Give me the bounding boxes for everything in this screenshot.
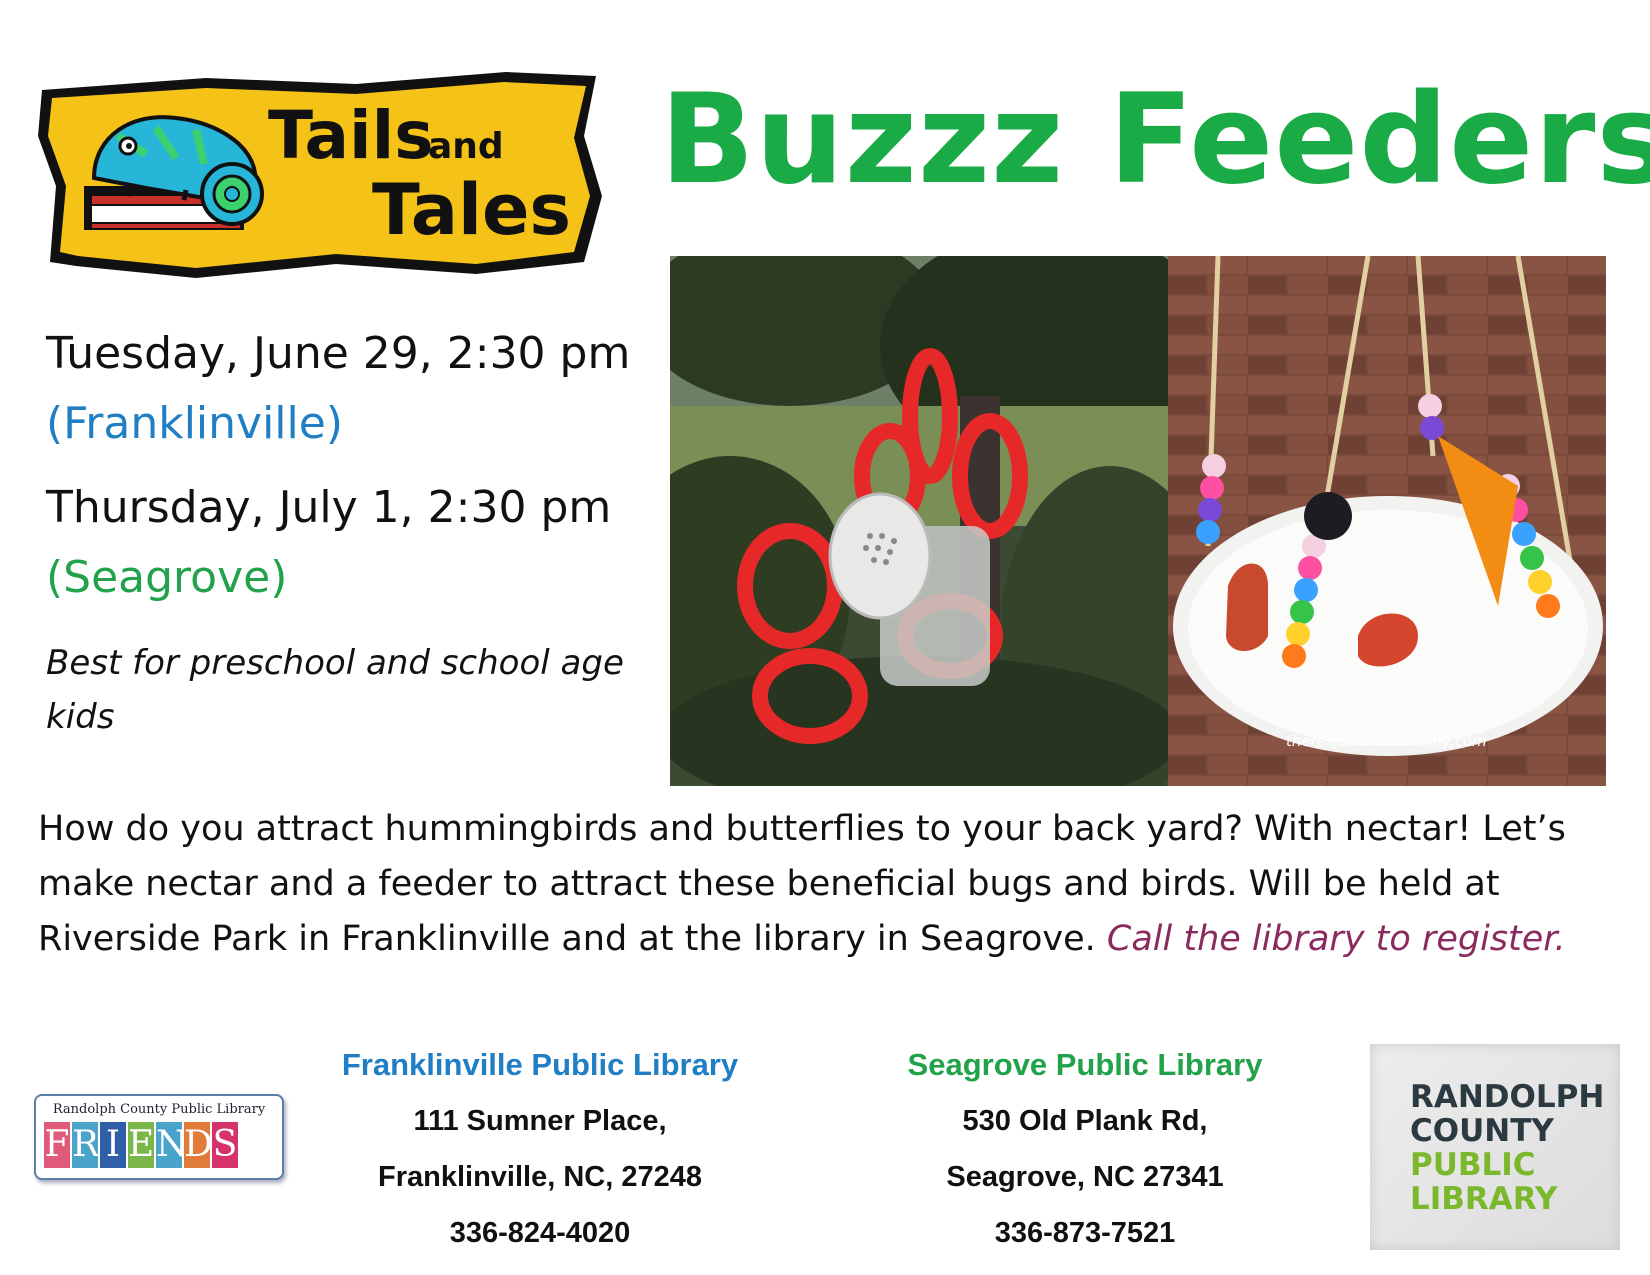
event-description: How do you attract hummingbirds and butt…: [38, 802, 1618, 967]
photo-credit: theresjustonemommy.com: [1286, 732, 1487, 750]
friends-letter: F: [44, 1122, 70, 1168]
rcpl-line-library: LIBRARY: [1410, 1181, 1558, 1217]
friends-letter: D: [184, 1122, 213, 1168]
logo-word-tales: Tales: [372, 169, 571, 251]
tails-and-tales-logo: Tails and Tales: [36, 66, 626, 278]
library-name: Seagrove Public Library: [907, 1047, 1263, 1082]
library-phone: 336-824-4020: [449, 1217, 631, 1249]
library-phone: 336-873-7521: [994, 1217, 1176, 1249]
rcpl-logo-text: RANDOLPH COUNTY PUBLIC LIBRARY: [1410, 1080, 1604, 1216]
library-address-line2: Seagrove, NC 27341: [946, 1161, 1224, 1193]
logo-graphic: Tails and Tales: [38, 72, 602, 278]
friends-letter: E: [128, 1122, 154, 1168]
friends-logo-letters: F R I E N D S: [44, 1122, 238, 1168]
friends-letter: R: [72, 1122, 99, 1168]
page-title: Buzzz Feeders: [660, 68, 1650, 212]
session-location-franklinville: (Franklinville): [46, 398, 343, 449]
session-date-franklinville: Tuesday, June 29, 2:30 pm: [46, 328, 631, 379]
fruit-feeder-photo: theresjustonemommy.com: [1168, 256, 1606, 786]
session-location-seagrove: (Seagrove): [46, 552, 288, 603]
strawberry-icon: [1226, 563, 1268, 651]
hummingbird-feeder-photo: [670, 256, 1168, 786]
friends-logo-caption: Randolph County Public Library: [52, 1102, 266, 1117]
library-address-line1: 111 Sumner Place,: [413, 1105, 667, 1137]
call-to-action: Call the library to register.: [1106, 919, 1566, 959]
session-date-seagrove: Thursday, July 1, 2:30 pm: [46, 482, 612, 533]
age-note: Best for preschool and school age kids: [46, 643, 624, 737]
library-address-line2: Franklinville, NC, 27248: [378, 1161, 702, 1193]
rcpl-line-county: COUNTY: [1410, 1113, 1554, 1149]
logo-word-and: and: [428, 126, 504, 167]
friends-letter: I: [100, 1122, 126, 1168]
franklinville-library-info: Franklinville Public Library 111 Sumner …: [300, 1045, 780, 1261]
friends-letter: N: [156, 1122, 188, 1168]
friends-letter: S: [212, 1122, 238, 1168]
friends-of-library-logo: Randolph County Public Library F R I E N…: [34, 1094, 284, 1180]
rcpl-line-randolph: RANDOLPH: [1410, 1079, 1605, 1115]
logo-word-tails: Tails: [268, 97, 434, 174]
library-address-line1: 530 Old Plank Rd,: [962, 1105, 1208, 1137]
library-name: Franklinville Public Library: [341, 1047, 739, 1082]
randolph-county-library-logo: RANDOLPH COUNTY PUBLIC LIBRARY: [1370, 1044, 1620, 1250]
seagrove-library-info: Seagrove Public Library 530 Old Plank Rd…: [845, 1045, 1325, 1261]
rcpl-line-public: PUBLIC: [1410, 1147, 1536, 1183]
blackberry-icon: [1304, 492, 1352, 540]
